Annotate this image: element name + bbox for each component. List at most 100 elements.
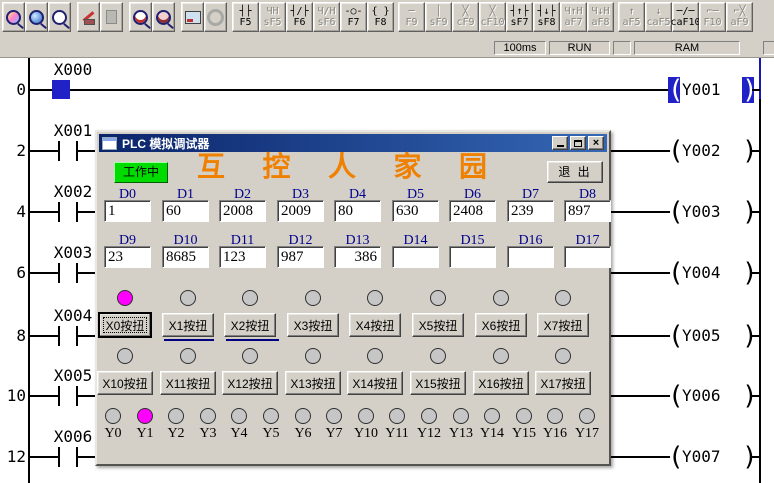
ladder-tool-aF9-button[interactable]: ⌐╳aF9 xyxy=(726,2,753,32)
X10-button[interactable]: X10按扭 xyxy=(97,371,153,395)
ladder-tool-caF5-button[interactable]: ↓caF5 xyxy=(645,2,672,32)
X1-button[interactable]: X1按扭 xyxy=(162,313,214,337)
register-D16-input[interactable] xyxy=(507,246,554,268)
status-segment-3: RAM xyxy=(634,41,740,55)
X16-lamp xyxy=(493,348,509,364)
Y6-lamp xyxy=(295,408,311,424)
maximize-button[interactable] xyxy=(570,136,586,150)
pencil-edit-icon[interactable] xyxy=(77,2,100,32)
X3-button[interactable]: X3按扭 xyxy=(287,313,339,337)
ladder-tool-F8-button[interactable]: { }F8 xyxy=(367,2,394,32)
left-power-rail xyxy=(28,57,30,483)
ladder-tool-cF10-button[interactable]: ╳cF10 xyxy=(479,2,506,32)
ladder-tool-aF7-button[interactable]: Ч↑НaF7 xyxy=(560,2,587,32)
magnifier-globe-icon[interactable] xyxy=(25,2,48,32)
ladder-tool-sF7-button[interactable]: ┤↑├sF7 xyxy=(506,2,533,32)
register-D2-input[interactable]: 2008 xyxy=(219,200,266,222)
register-D9-input[interactable]: 23 xyxy=(104,246,151,268)
register-D6-input[interactable]: 2408 xyxy=(449,200,496,222)
contact-label: X006 xyxy=(50,429,96,445)
register-D5-input[interactable]: 630 xyxy=(392,200,439,222)
wand-build-icon[interactable] xyxy=(100,2,123,32)
X3-lamp xyxy=(305,290,321,306)
edit-cursor-block[interactable] xyxy=(52,80,70,99)
close-button[interactable]: × xyxy=(588,136,604,150)
register-D12-input[interactable]: 987 xyxy=(277,246,324,268)
rung-line xyxy=(752,395,760,397)
ladder-tool-sF5-button[interactable]: ЧНsF5 xyxy=(259,2,286,32)
aF5-symbol-icon: ↑ xyxy=(628,6,634,17)
ladder-tool-F9-button[interactable]: ─F9 xyxy=(398,2,425,32)
dialog-titlebar[interactable]: PLC 模拟调试器 × xyxy=(99,134,607,152)
register-D10-input[interactable]: 8685 xyxy=(162,246,209,268)
register-D7-input[interactable]: 239 xyxy=(507,200,554,222)
Y13-lamp xyxy=(453,408,469,424)
brand-char: 控 xyxy=(262,151,290,185)
sF9-label: sF9 xyxy=(429,17,447,28)
X12-button[interactable]: X12按扭 xyxy=(222,371,278,395)
F6-label: F6 xyxy=(293,17,305,28)
register-D13-input[interactable]: 386 xyxy=(334,246,381,268)
register-D11-input[interactable]: 123 xyxy=(219,246,266,268)
exit-button[interactable]: 退 出 xyxy=(547,161,603,183)
X11-lamp xyxy=(180,348,196,364)
coil-open-paren: ( xyxy=(668,199,680,225)
X16-button[interactable]: X16按扭 xyxy=(473,371,529,395)
ladder-tool-F5-button[interactable]: ┤├F5 xyxy=(232,2,259,32)
magnifier-abc-icon[interactable] xyxy=(48,2,71,32)
ladder-tool-aF8-button[interactable]: Ч↓НaF8 xyxy=(587,2,614,32)
X15-button[interactable]: X15按扭 xyxy=(410,371,466,395)
monitor-mode-icon[interactable] xyxy=(181,2,204,32)
aF8-symbol-icon: Ч↓Н xyxy=(591,6,609,17)
magnifier-device-icon[interactable] xyxy=(129,2,152,32)
ladder-tool-caF10-button[interactable]: ─/─caF10 xyxy=(672,2,699,32)
rung-line xyxy=(70,89,670,91)
register-D14-input[interactable] xyxy=(392,246,439,268)
ladder-tool-F6-button[interactable]: ┤/├F6 xyxy=(286,2,313,32)
Y13-label: Y13 xyxy=(444,426,478,441)
magnifier-palette-icon[interactable] xyxy=(2,2,25,32)
F9-symbol-icon: ─ xyxy=(408,6,414,17)
rung-line xyxy=(752,89,760,91)
ladder-tool-cF9-button[interactable]: ╳cF9 xyxy=(452,2,479,32)
X14-lamp xyxy=(367,348,383,364)
register-D8-input[interactable]: 897 xyxy=(564,200,611,222)
cF9-label: cF9 xyxy=(456,17,474,28)
X5-button[interactable]: X5按扭 xyxy=(412,313,464,337)
spiral-disabled-icon[interactable] xyxy=(204,2,227,32)
working-status-button[interactable]: 工作中 xyxy=(114,162,168,183)
register-D1-input[interactable]: 60 xyxy=(162,200,209,222)
X4-button[interactable]: X4按扭 xyxy=(349,313,401,337)
ladder-tool-F10-button[interactable]: ⌐─F10 xyxy=(699,2,726,32)
ladder-tool-aF5-button[interactable]: ↑aF5 xyxy=(618,2,645,32)
X7-button[interactable]: X7按扭 xyxy=(537,313,589,337)
rung-line xyxy=(752,211,760,213)
register-D0-input[interactable]: 1 xyxy=(104,200,151,222)
contact-bar xyxy=(58,447,60,467)
magnifier-device-alt-icon[interactable] xyxy=(152,2,175,32)
X13-button[interactable]: X13按扭 xyxy=(285,371,341,395)
X6-button[interactable]: X6按扭 xyxy=(475,313,527,337)
register-D3-input[interactable]: 2009 xyxy=(277,200,324,222)
register-D17-input[interactable] xyxy=(564,246,611,268)
X0-button[interactable]: X0按扭 xyxy=(99,313,151,337)
aF9-symbol-icon: ⌐╳ xyxy=(733,6,745,17)
Y10-lamp xyxy=(358,408,374,424)
Y17-label: Y17 xyxy=(570,426,604,441)
ladder-tool-sF9-button[interactable]: │sF9 xyxy=(425,2,452,32)
ladder-tool-F7-button[interactable]: -○-F7 xyxy=(340,2,367,32)
X11-button[interactable]: X11按扭 xyxy=(160,371,216,395)
X2-button[interactable]: X2按扭 xyxy=(224,313,276,337)
aF7-symbol-icon: Ч↑Н xyxy=(564,6,582,17)
ladder-tool-sF8-button[interactable]: ┤↓├sF8 xyxy=(533,2,560,32)
register-D15-input[interactable] xyxy=(449,246,496,268)
coil-label: Y004 xyxy=(682,265,740,281)
X17-button[interactable]: X17按扭 xyxy=(535,371,591,395)
X14-button[interactable]: X14按扭 xyxy=(347,371,403,395)
minimize-button[interactable] xyxy=(552,136,568,150)
Y1-lamp xyxy=(137,408,153,424)
brand-char: 家 xyxy=(393,151,421,185)
register-D4-input[interactable]: 80 xyxy=(334,200,381,222)
ladder-tool-sF6-button[interactable]: Ч/НsF6 xyxy=(313,2,340,32)
contact-label: X003 xyxy=(50,245,96,261)
